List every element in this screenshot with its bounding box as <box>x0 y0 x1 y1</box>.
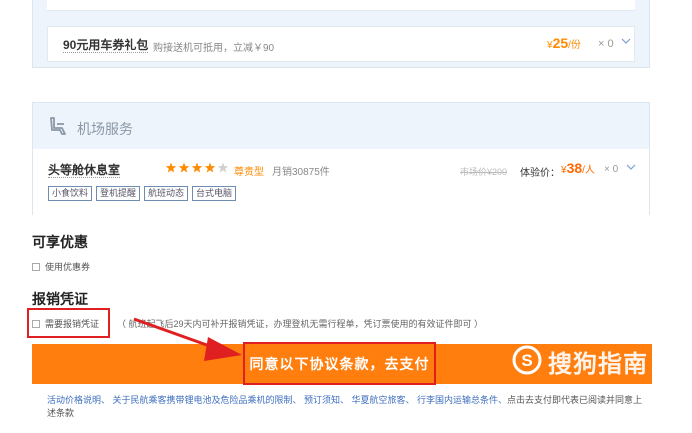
voucher-price-unit: /份 <box>568 40 581 51</box>
airport-service-panel: 机场服务 头等舱休息室 尊贵型 月销30875件 市场价¥200 体验价： ¥3… <box>32 102 650 215</box>
previous-row <box>47 0 635 11</box>
discount-title: 可享优惠 <box>32 234 88 250</box>
voucher-title[interactable]: 90元用车券礼包 <box>63 38 149 53</box>
voucher-row: 90元用车券礼包 购接送机可抵用，立减￥90 ¥25/份 × 0 <box>47 26 635 62</box>
lounge-tag: 登机提醒 <box>96 186 141 201</box>
voucher-price: ¥25/份 <box>547 35 581 51</box>
watermark-text: 搜狗指南 <box>548 351 648 378</box>
lounge-market-price: 市场价¥200 <box>460 167 508 177</box>
star-filled-icon <box>178 162 190 173</box>
lounge-qty[interactable]: × 0 <box>604 164 618 175</box>
invoice-title: 报销凭证 <box>32 291 88 307</box>
star-filled-icon <box>165 162 177 173</box>
lounge-price: ¥38/人 <box>561 160 595 176</box>
svg-text:S: S <box>521 351 532 370</box>
service-title: 机场服务 <box>77 121 133 137</box>
voucher-desc: 购接送机可抵用，立减￥90 <box>153 43 275 54</box>
star-empty-icon <box>217 162 229 173</box>
terms-text: 活动价格说明、 关于民航乘客携带锂电池及危险品乘机的限制、 预订须知、 华夏航空… <box>47 394 647 420</box>
lounge-row: 头等舱休息室 尊贵型 月销30875件 市场价¥200 体验价： ¥38/人 ×… <box>33 149 649 215</box>
coupon-option[interactable]: 使用优惠券 <box>32 260 90 273</box>
lounge-exp-label: 体验价： <box>520 168 560 179</box>
voucher-qty[interactable]: × 0 <box>598 38 614 50</box>
lounge-price-unit: /人 <box>582 165 595 176</box>
chevron-down-icon[interactable] <box>626 162 636 175</box>
star-filled-icon <box>191 162 203 173</box>
coupon-checkbox[interactable] <box>32 262 40 271</box>
star-rating <box>165 162 231 177</box>
top-panel: 90元用车券礼包 购接送机可抵用，立减￥90 ¥25/份 × 0 <box>32 0 650 68</box>
annotation-arrow-icon <box>133 317 242 361</box>
invoice-option[interactable]: 需要报销凭证 <box>32 317 99 330</box>
star-filled-icon <box>204 162 216 173</box>
lounge-type: 尊贵型 <box>234 167 264 178</box>
sogou-logo-icon: S <box>512 345 542 378</box>
lounge-tag: 航班动态 <box>144 186 189 201</box>
lounge-tags: 小食饮料 登机提醒 航班动态 台式电脑 <box>48 186 237 201</box>
lounge-tag: 台式电脑 <box>192 186 237 201</box>
lounge-name[interactable]: 头等舱休息室 <box>48 163 121 178</box>
chevron-down-icon[interactable] <box>621 36 631 49</box>
lounge-seat-icon <box>47 115 69 140</box>
coupon-label: 使用优惠券 <box>45 262 91 272</box>
terms-links[interactable]: 活动价格说明、 关于民航乘客携带锂电池及危险品乘机的限制、 预订须知、 华夏航空… <box>47 395 507 405</box>
watermark: S 搜狗指南 <box>512 344 648 379</box>
lounge-tag: 小食饮料 <box>48 186 93 201</box>
invoice-checkbox[interactable] <box>32 319 40 328</box>
lounge-sales: 月销30875件 <box>272 167 330 178</box>
pay-button[interactable]: 同意以下协议条款，去支付 <box>243 342 436 385</box>
invoice-need-label: 需要报销凭证 <box>45 319 100 329</box>
lounge-price-value: 38 <box>566 160 583 176</box>
voucher-price-value: 25 <box>552 35 569 51</box>
